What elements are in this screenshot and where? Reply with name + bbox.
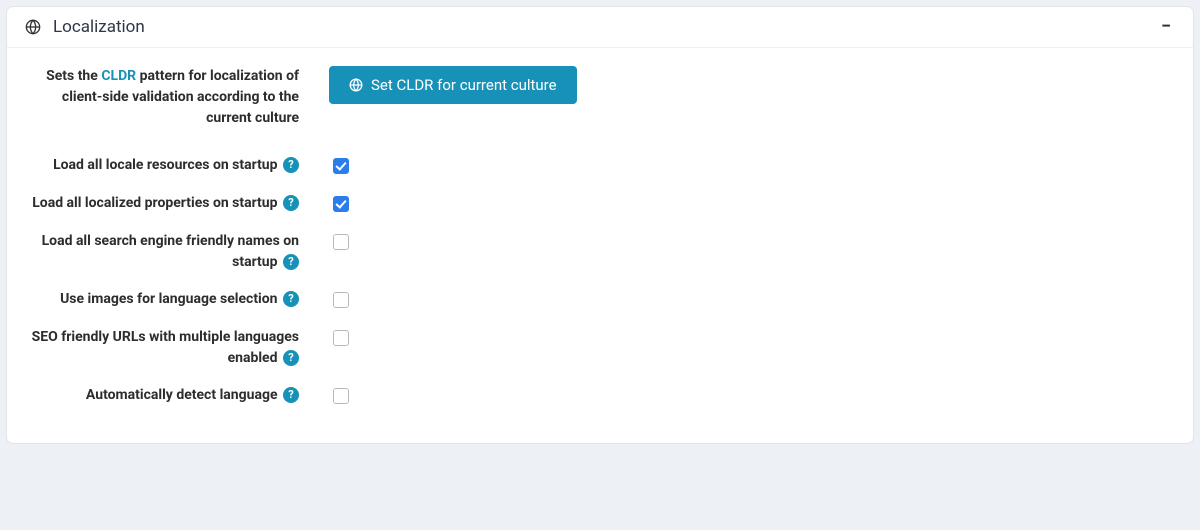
auto-detect-lang-row: Automatically detect language ?: [29, 383, 1171, 407]
cldr-link[interactable]: CLDR: [101, 68, 136, 84]
load-localized-props-row: Load all localized properties on startup…: [29, 191, 1171, 215]
collapse-button[interactable]: −: [1157, 18, 1175, 36]
cldr-label-part1: Sets the: [46, 68, 101, 84]
images-for-lang-row: Use images for language selection ?: [29, 287, 1171, 311]
help-icon[interactable]: ?: [283, 254, 299, 270]
option-label: Use images for language selection ?: [29, 287, 299, 310]
globe-icon: [349, 78, 363, 92]
cldr-control: Set CLDR for current culture: [299, 64, 577, 104]
label-text: Load all locale resources on startup: [53, 157, 277, 173]
localization-card: Localization − Sets the CLDR pattern for…: [7, 7, 1193, 443]
option-label: Load all localized properties on startup…: [29, 191, 299, 214]
label-text: Load all search engine friendly names on…: [42, 233, 299, 270]
option-label: Load all search engine friendly names on…: [29, 229, 299, 273]
label-text: Automatically detect language: [86, 387, 278, 403]
option-label: SEO friendly URLs with multiple language…: [29, 325, 299, 369]
label-text: Use images for language selection: [60, 291, 277, 307]
help-icon[interactable]: ?: [283, 350, 299, 366]
option-label: Automatically detect language ?: [29, 383, 299, 406]
help-icon[interactable]: ?: [283, 157, 299, 173]
cldr-row: Sets the CLDR pattern for localization o…: [29, 64, 1171, 129]
cldr-label: Sets the CLDR pattern for localization o…: [29, 64, 299, 129]
card-header: Localization −: [7, 7, 1193, 48]
globe-icon: [25, 19, 41, 35]
load-se-friendly-checkbox[interactable]: [333, 234, 349, 250]
load-locale-resources-checkbox[interactable]: [333, 158, 349, 174]
card-body: Sets the CLDR pattern for localization o…: [7, 48, 1193, 443]
option-label: Load all locale resources on startup ?: [29, 153, 299, 176]
help-icon[interactable]: ?: [283, 291, 299, 307]
seo-multi-lang-row: SEO friendly URLs with multiple language…: [29, 325, 1171, 369]
load-se-friendly-row: Load all search engine friendly names on…: [29, 229, 1171, 273]
load-locale-resources-row: Load all locale resources on startup ?: [29, 153, 1171, 177]
images-for-lang-checkbox[interactable]: [333, 292, 349, 308]
auto-detect-lang-checkbox[interactable]: [333, 388, 349, 404]
label-text: Load all localized properties on startup: [32, 195, 277, 211]
load-localized-props-checkbox[interactable]: [333, 196, 349, 212]
help-icon[interactable]: ?: [283, 195, 299, 211]
seo-multi-lang-checkbox[interactable]: [333, 330, 349, 346]
label-text: SEO friendly URLs with multiple language…: [32, 329, 299, 366]
set-cldr-button-label: Set CLDR for current culture: [371, 76, 557, 94]
help-icon[interactable]: ?: [283, 387, 299, 403]
card-title: Localization: [53, 17, 145, 37]
set-cldr-button[interactable]: Set CLDR for current culture: [329, 66, 577, 104]
